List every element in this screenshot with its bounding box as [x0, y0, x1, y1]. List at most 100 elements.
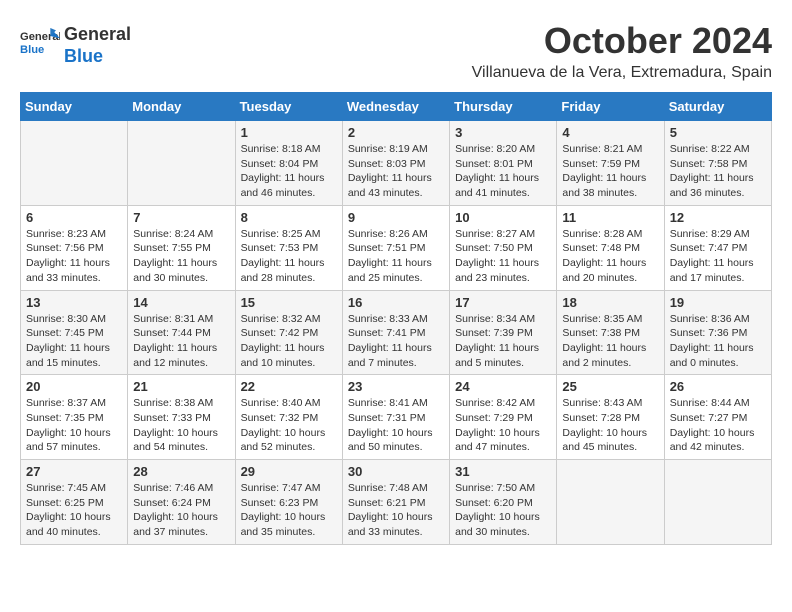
calendar-cell: 29 Sunrise: 7:47 AMSunset: 6:23 PMDayligh… [235, 460, 342, 545]
calendar-cell: 25Sunrise: 8:43 AMSunset: 7:28 PMDayligh… [557, 375, 664, 460]
calendar-cell: 22Sunrise: 8:40 AMSunset: 7:32 PMDayligh… [235, 375, 342, 460]
day-info: Sunrise: 8:37 AMSunset: 7:35 PMDaylight:… [26, 396, 122, 455]
day-info: Sunrise: 8:21 AMSunset: 7:59 PMDaylight:… [562, 142, 658, 201]
logo-general: General [64, 24, 131, 46]
day-number: 18 [562, 295, 658, 310]
calendar-cell [557, 460, 664, 545]
day-info: Sunrise: 8:41 AMSunset: 7:31 PMDaylight:… [348, 396, 444, 455]
calendar-cell: 16 Sunrise: 8:33 AMSunset: 7:41 PMDayligh… [342, 290, 449, 375]
calendar-cell: 31 Sunrise: 7:50 AMSunset: 6:20 PMDayligh… [450, 460, 557, 545]
day-number: 21 [133, 379, 229, 394]
calendar-cell: 13Sunrise: 8:30 AMSunset: 7:45 PMDayligh… [21, 290, 128, 375]
calendar-cell: 9 Sunrise: 8:26 AMSunset: 7:51 PMDaylight… [342, 205, 449, 290]
day-number: 3 [455, 125, 551, 140]
day-number: 17 [455, 295, 551, 310]
calendar-cell: 5 Sunrise: 8:22 AMSunset: 7:58 PMDaylight… [664, 121, 771, 206]
day-number: 11 [562, 210, 658, 225]
calendar-cell: 7Sunrise: 8:24 AMSunset: 7:55 PMDaylight… [128, 205, 235, 290]
day-info: Sunrise: 8:27 AMSunset: 7:50 PMDaylight:… [455, 227, 551, 286]
calendar-cell: 26 Sunrise: 8:44 AMSunset: 7:27 PMDayligh… [664, 375, 771, 460]
day-info: Sunrise: 7:50 AMSunset: 6:20 PMDaylight:… [455, 481, 551, 540]
day-info: Sunrise: 8:32 AMSunset: 7:42 PMDaylight:… [241, 312, 337, 371]
calendar-cell: 1 Sunrise: 8:18 AMSunset: 8:04 PMDaylight… [235, 121, 342, 206]
day-number: 23 [348, 379, 444, 394]
calendar-cell: 18 Sunrise: 8:35 AMSunset: 7:38 PMDayligh… [557, 290, 664, 375]
day-info: Sunrise: 8:18 AMSunset: 8:04 PMDaylight:… [241, 142, 337, 201]
day-info: Sunrise: 8:31 AMSunset: 7:44 PMDaylight:… [133, 312, 229, 371]
day-info: Sunrise: 8:22 AMSunset: 7:58 PMDaylight:… [670, 142, 766, 201]
day-number: 2 [348, 125, 444, 140]
day-info: Sunrise: 7:46 AMSunset: 6:24 PMDaylight:… [133, 481, 229, 540]
calendar-cell [664, 460, 771, 545]
day-info: Sunrise: 8:34 AMSunset: 7:39 PMDaylight:… [455, 312, 551, 371]
calendar-cell: 23 Sunrise: 8:41 AMSunset: 7:31 PMDayligh… [342, 375, 449, 460]
day-info: Sunrise: 7:47 AMSunset: 6:23 PMDaylight:… [241, 481, 337, 540]
calendar-cell: 21 Sunrise: 8:38 AMSunset: 7:33 PMDayligh… [128, 375, 235, 460]
month-title: October 2024 [472, 20, 772, 62]
calendar-cell: 2 Sunrise: 8:19 AMSunset: 8:03 PMDaylight… [342, 121, 449, 206]
calendar-cell: 10 Sunrise: 8:27 AMSunset: 7:50 PMDayligh… [450, 205, 557, 290]
day-info: Sunrise: 8:33 AMSunset: 7:41 PMDaylight:… [348, 312, 444, 371]
calendar-cell: 30Sunrise: 7:48 AMSunset: 6:21 PMDayligh… [342, 460, 449, 545]
day-number: 16 [348, 295, 444, 310]
logo-icon: General Blue [20, 24, 60, 64]
day-number: 31 [455, 464, 551, 479]
day-number: 28 [133, 464, 229, 479]
day-info: Sunrise: 8:36 AMSunset: 7:36 PMDaylight:… [670, 312, 766, 371]
day-number: 14 [133, 295, 229, 310]
day-info: Sunrise: 8:25 AMSunset: 7:53 PMDaylight:… [241, 227, 337, 286]
calendar-cell [128, 121, 235, 206]
day-number: 26 [670, 379, 766, 394]
day-info: Sunrise: 8:26 AMSunset: 7:51 PMDaylight:… [348, 227, 444, 286]
day-number: 30 [348, 464, 444, 479]
calendar-cell: 27 Sunrise: 7:45 AMSunset: 6:25 PMDayligh… [21, 460, 128, 545]
calendar-cell: 6Sunrise: 8:23 AMSunset: 7:56 PMDaylight… [21, 205, 128, 290]
calendar-cell: 4Sunrise: 8:21 AMSunset: 7:59 PMDaylight… [557, 121, 664, 206]
day-number: 10 [455, 210, 551, 225]
day-info: Sunrise: 7:45 AMSunset: 6:25 PMDaylight:… [26, 481, 122, 540]
day-info: Sunrise: 8:35 AMSunset: 7:38 PMDaylight:… [562, 312, 658, 371]
logo: General Blue General Blue [20, 20, 131, 67]
weekday-header: Wednesday [342, 93, 449, 121]
weekday-header: Tuesday [235, 93, 342, 121]
calendar-cell: 14 Sunrise: 8:31 AMSunset: 7:44 PMDayligh… [128, 290, 235, 375]
calendar-week-row: 27 Sunrise: 7:45 AMSunset: 6:25 PMDayligh… [21, 460, 772, 545]
day-number: 7 [133, 210, 229, 225]
calendar-cell: 11Sunrise: 8:28 AMSunset: 7:48 PMDayligh… [557, 205, 664, 290]
calendar-cell: 20Sunrise: 8:37 AMSunset: 7:35 PMDayligh… [21, 375, 128, 460]
calendar-cell: 15 Sunrise: 8:32 AMSunset: 7:42 PMDayligh… [235, 290, 342, 375]
day-info: Sunrise: 8:19 AMSunset: 8:03 PMDaylight:… [348, 142, 444, 201]
calendar-cell [21, 121, 128, 206]
weekday-header: Thursday [450, 93, 557, 121]
day-number: 29 [241, 464, 337, 479]
calendar-table: SundayMondayTuesdayWednesdayThursdayFrid… [20, 92, 772, 545]
day-info: Sunrise: 8:42 AMSunset: 7:29 PMDaylight:… [455, 396, 551, 455]
weekday-header: Friday [557, 93, 664, 121]
day-number: 9 [348, 210, 444, 225]
calendar-week-row: 6Sunrise: 8:23 AMSunset: 7:56 PMDaylight… [21, 205, 772, 290]
day-number: 15 [241, 295, 337, 310]
location-title: Villanueva de la Vera, Extremadura, Spai… [472, 64, 772, 82]
calendar-cell: 17 Sunrise: 8:34 AMSunset: 7:39 PMDayligh… [450, 290, 557, 375]
calendar-cell: 3Sunrise: 8:20 AMSunset: 8:01 PMDaylight… [450, 121, 557, 206]
calendar-cell: 28 Sunrise: 7:46 AMSunset: 6:24 PMDayligh… [128, 460, 235, 545]
day-number: 6 [26, 210, 122, 225]
calendar-cell: 19 Sunrise: 8:36 AMSunset: 7:36 PMDayligh… [664, 290, 771, 375]
calendar-cell: 12Sunrise: 8:29 AMSunset: 7:47 PMDayligh… [664, 205, 771, 290]
day-info: Sunrise: 8:38 AMSunset: 7:33 PMDaylight:… [133, 396, 229, 455]
weekday-header: Sunday [21, 93, 128, 121]
day-info: Sunrise: 8:40 AMSunset: 7:32 PMDaylight:… [241, 396, 337, 455]
day-number: 25 [562, 379, 658, 394]
day-number: 27 [26, 464, 122, 479]
day-info: Sunrise: 8:44 AMSunset: 7:27 PMDaylight:… [670, 396, 766, 455]
calendar-cell: 8Sunrise: 8:25 AMSunset: 7:53 PMDaylight… [235, 205, 342, 290]
logo-blue: Blue [64, 46, 131, 68]
day-number: 1 [241, 125, 337, 140]
day-number: 19 [670, 295, 766, 310]
calendar-week-row: 20Sunrise: 8:37 AMSunset: 7:35 PMDayligh… [21, 375, 772, 460]
day-number: 24 [455, 379, 551, 394]
day-number: 5 [670, 125, 766, 140]
day-info: Sunrise: 8:29 AMSunset: 7:47 PMDaylight:… [670, 227, 766, 286]
page-header: General Blue General Blue October 2024 V… [20, 20, 772, 82]
day-number: 13 [26, 295, 122, 310]
